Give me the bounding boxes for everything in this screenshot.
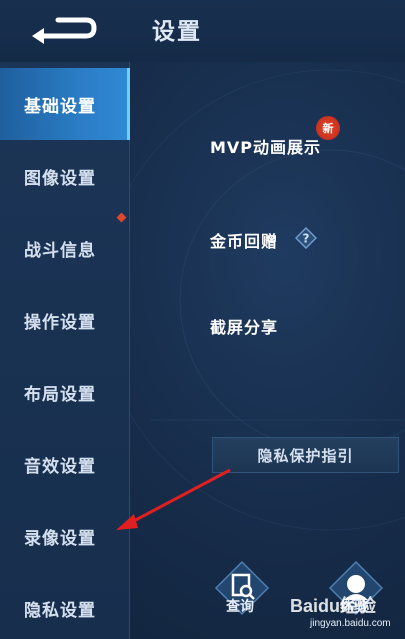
watermark-url: jingyan.baidu.com bbox=[310, 618, 391, 629]
sidebar-item-label: 录像设置 bbox=[24, 528, 96, 549]
option-coin-gift[interactable]: 金币回赠 bbox=[210, 228, 278, 252]
sidebar-item-sound[interactable]: 音效设置 bbox=[0, 428, 130, 500]
notification-dot-icon bbox=[116, 212, 127, 223]
watermark-brand: Baidu经验 bbox=[290, 596, 377, 616]
sidebar-item-label: 战斗信息 bbox=[24, 240, 96, 261]
sidebar-item-replay[interactable]: 录像设置 bbox=[0, 500, 130, 572]
svg-text:?: ? bbox=[303, 232, 310, 246]
query-label: 查询 bbox=[226, 599, 254, 615]
sidebar-item-label: 布局设置 bbox=[24, 384, 96, 405]
sidebar-item-label: 音效设置 bbox=[24, 456, 96, 477]
sidebar-item-basic[interactable]: 基础设置 bbox=[0, 68, 130, 140]
option-mvp-animation[interactable]: MVP动画展示 bbox=[210, 134, 321, 158]
settings-screen: 设置 基础设置 图像设置 战斗信息 操作设置 布局设置 音效设置 录像设置 隐私… bbox=[0, 0, 405, 639]
privacy-guide-button[interactable]: 隐私保护指引 bbox=[212, 437, 399, 473]
new-badge: 新 bbox=[316, 116, 340, 140]
sidebar-item-label: 基础设置 bbox=[24, 96, 96, 117]
sidebar-item-label: 图像设置 bbox=[24, 168, 96, 189]
sidebar-item-battle-info[interactable]: 战斗信息 bbox=[0, 212, 130, 284]
back-arrow-icon[interactable] bbox=[28, 10, 100, 46]
help-question-icon[interactable]: ? bbox=[295, 227, 317, 249]
page-title: 设置 bbox=[152, 19, 202, 45]
sidebar-item-image[interactable]: 图像设置 bbox=[0, 140, 130, 212]
sidebar-item-label: 隐私设置 bbox=[24, 600, 96, 621]
option-screenshot-share[interactable]: 截屏分享 bbox=[210, 314, 278, 338]
sidebar-item-privacy[interactable]: 隐私设置 bbox=[0, 572, 130, 639]
settings-sidebar: 基础设置 图像设置 战斗信息 操作设置 布局设置 音效设置 录像设置 隐私设置 bbox=[0, 62, 130, 639]
sidebar-item-controls[interactable]: 操作设置 bbox=[0, 284, 130, 356]
top-bar: 设置 bbox=[0, 0, 405, 62]
sidebar-item-layout[interactable]: 布局设置 bbox=[0, 356, 130, 428]
sidebar-item-label: 操作设置 bbox=[24, 312, 96, 333]
